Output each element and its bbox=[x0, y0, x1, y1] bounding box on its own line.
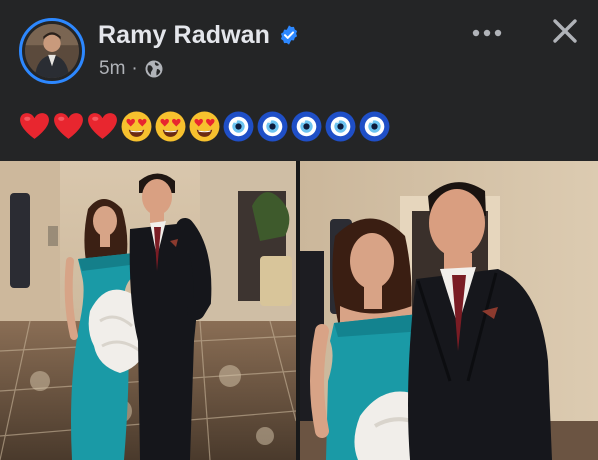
post-caption bbox=[18, 108, 391, 144]
post-photo-2[interactable] bbox=[300, 161, 598, 460]
close-button[interactable] bbox=[548, 14, 582, 48]
nazar-amulet-icon bbox=[257, 111, 288, 141]
heart-eyes-icon bbox=[189, 111, 220, 141]
post-header: Ramy Radwan 5m · bbox=[0, 0, 598, 100]
more-horizontal-icon bbox=[472, 29, 502, 37]
post-timestamp[interactable]: 5m bbox=[99, 58, 125, 80]
post-photo-1[interactable] bbox=[0, 161, 296, 460]
verified-badge-icon bbox=[278, 24, 300, 46]
post-meta: 5m · bbox=[99, 57, 164, 81]
more-options-button[interactable] bbox=[470, 18, 504, 48]
author-name[interactable]: Ramy Radwan bbox=[98, 21, 270, 50]
red-heart-icon bbox=[20, 112, 49, 139]
meta-separator: · bbox=[131, 58, 138, 79]
heart-eyes-icon bbox=[155, 111, 186, 141]
heart-eyes-icon bbox=[121, 111, 152, 141]
author-row: Ramy Radwan bbox=[98, 20, 300, 50]
avatar-image bbox=[25, 24, 79, 78]
globe-icon[interactable] bbox=[144, 59, 164, 79]
close-icon bbox=[553, 19, 577, 43]
red-heart-icon bbox=[54, 112, 83, 139]
photo-grid bbox=[0, 161, 598, 460]
nazar-amulet-icon bbox=[325, 111, 356, 141]
nazar-amulet-icon bbox=[359, 111, 390, 141]
avatar-photo-icon bbox=[25, 24, 79, 78]
avatar[interactable] bbox=[19, 18, 85, 84]
nazar-amulet-icon bbox=[223, 111, 254, 141]
photo-couple-full-length bbox=[0, 161, 296, 460]
photo-couple-closeup bbox=[300, 161, 598, 460]
facebook-post: Ramy Radwan 5m · bbox=[0, 0, 598, 460]
nazar-amulet-icon bbox=[291, 111, 322, 141]
red-heart-icon bbox=[88, 112, 117, 139]
